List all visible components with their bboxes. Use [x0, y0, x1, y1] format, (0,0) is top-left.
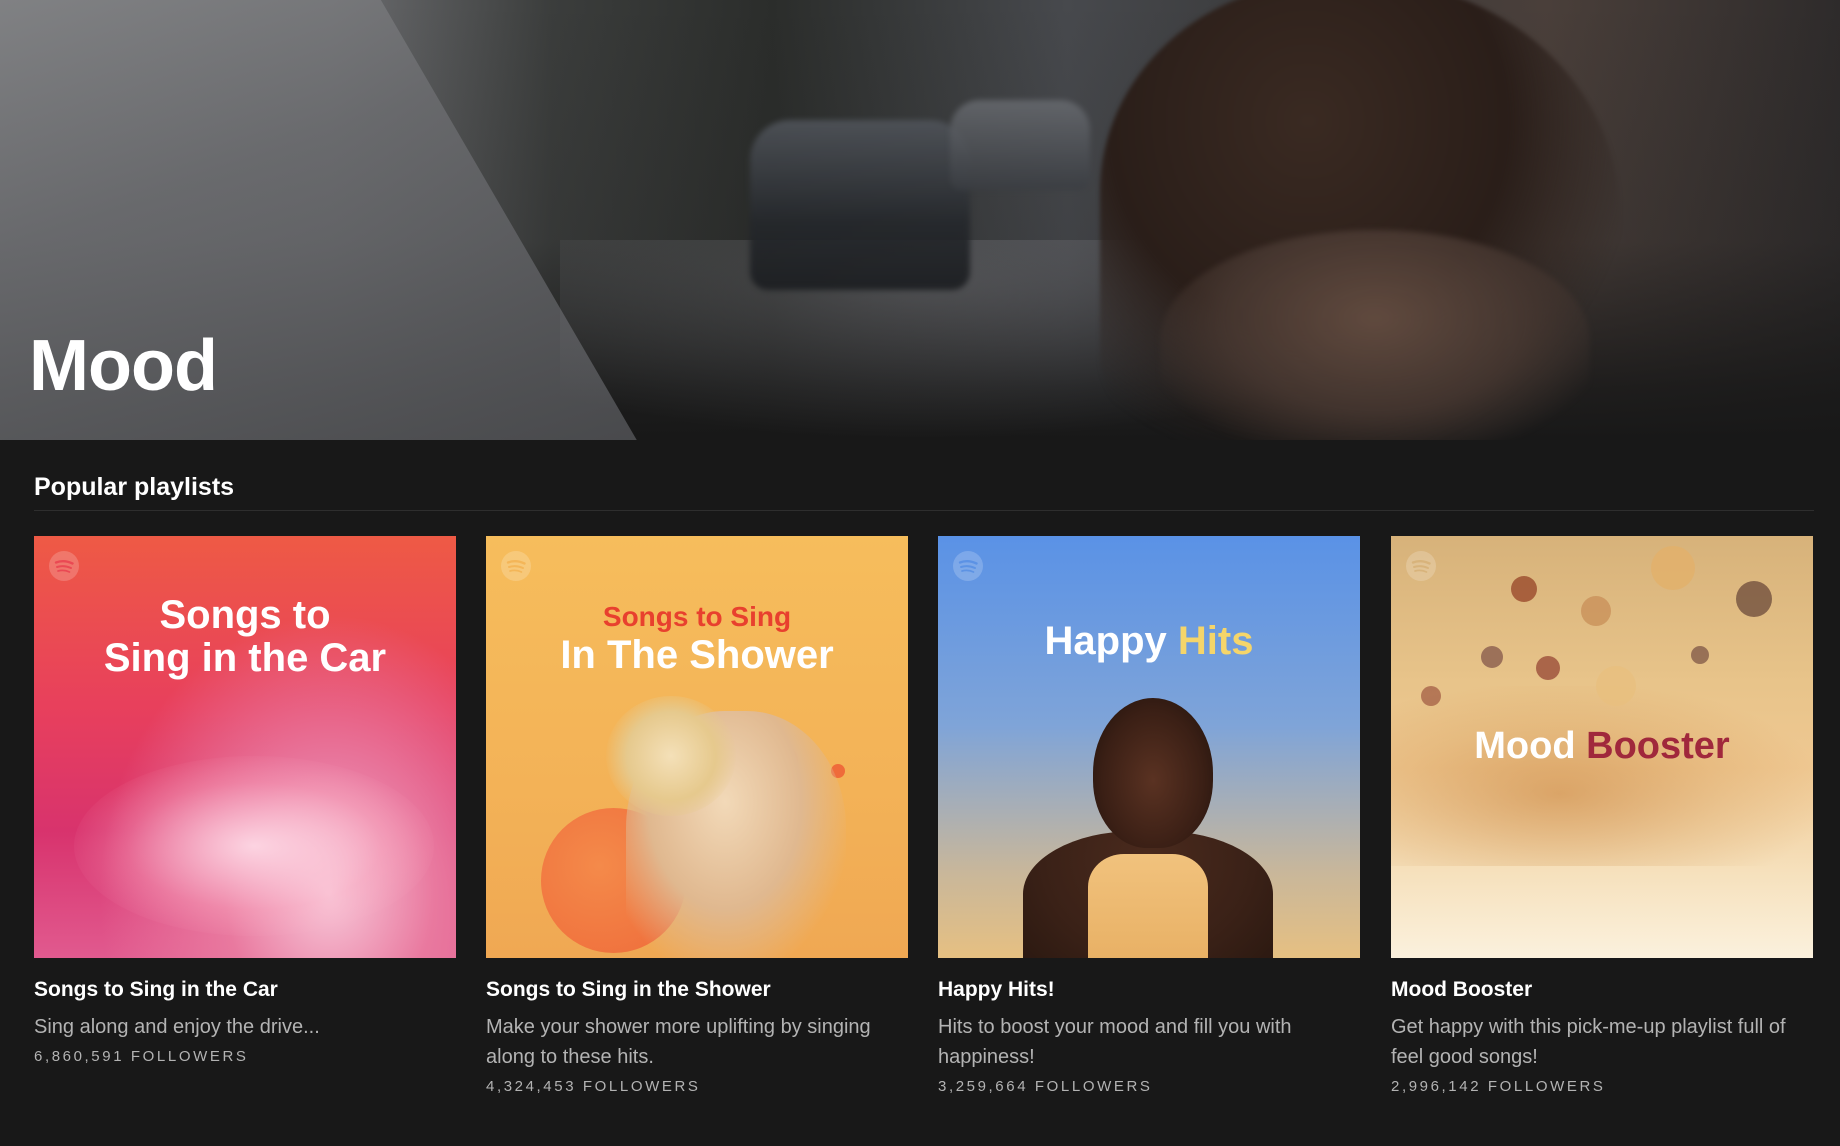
- hero-banner: [0, 0, 1840, 440]
- cover-title: Songs to Sing in the Car: [103, 593, 387, 681]
- cover-bubble-shape: [1421, 686, 1441, 706]
- playlist-description: Make your shower more uplifting by singi…: [486, 1016, 871, 1068]
- cover-title: Happy Hits: [1044, 619, 1254, 663]
- section-title: Popular playlists: [34, 473, 235, 501]
- spotify-logo-icon: [501, 551, 531, 581]
- playlist-followers: 4,324,453 FOLLOWERS: [486, 1078, 701, 1095]
- cover-bubble-shape: [1511, 576, 1537, 602]
- cover-bubble-shape: [1581, 596, 1611, 626]
- playlist-card-songs-to-sing-in-the-shower[interactable]: Songs to Sing In The Shower Songs to Sin…: [486, 536, 908, 1095]
- page-title: Mood: [29, 326, 218, 406]
- playlist-cover[interactable]: Happy Hits: [938, 536, 1360, 958]
- cover-bubble-shape: [1691, 646, 1709, 664]
- playlist-card-mood-booster[interactable]: Mood Booster Mood Booster Get happy with…: [1391, 536, 1813, 1095]
- cover-title-line2: In The Shower: [560, 633, 834, 677]
- playlist-description: Sing along and enjoy the drive...: [34, 1016, 320, 1038]
- playlist-description: Hits to boost your mood and fill you wit…: [938, 1016, 1292, 1068]
- spotify-logo-icon: [49, 551, 79, 581]
- playlist-description: Get happy with this pick-me-up playlist …: [1391, 1016, 1786, 1068]
- cover-hair-shape: [606, 696, 736, 816]
- cover-bubble-shape: [1596, 666, 1636, 706]
- playlist-card-happy-hits[interactable]: Happy Hits Happy Hits! Hits to boost you…: [938, 536, 1360, 1095]
- cover-bubble-shape: [1481, 646, 1503, 668]
- playlist-title[interactable]: Happy Hits!: [938, 978, 1360, 1002]
- cover-clothing-shape: [1088, 854, 1208, 958]
- cover-bubble-shape: [1736, 581, 1772, 617]
- cover-palm-shape: [1391, 686, 1813, 866]
- playlist-cover[interactable]: Songs to Sing In The Shower: [486, 536, 908, 958]
- cover-title-line1: Songs to Sing: [602, 601, 792, 632]
- cover-bubble-shape: [1651, 546, 1695, 590]
- cover-glow-shape: [74, 756, 434, 936]
- cover-title: Mood Booster: [1474, 725, 1730, 767]
- spotify-logo-icon: [953, 551, 983, 581]
- hero-car-shape: [950, 100, 1090, 190]
- playlist-title[interactable]: Songs to Sing in the Car: [34, 978, 456, 1002]
- cover-head-shape: [1093, 698, 1213, 848]
- playlist-title[interactable]: Mood Booster: [1391, 978, 1813, 1002]
- playlist-cover[interactable]: Mood Booster: [1391, 536, 1813, 958]
- playlist-followers: 2,996,142 FOLLOWERS: [1391, 1078, 1606, 1095]
- playlist-card-songs-to-sing-in-the-car[interactable]: Songs to Sing in the Car Songs to Sing i…: [34, 536, 456, 1065]
- hero-person-body-shape: [1160, 230, 1590, 440]
- playlist-followers: 3,259,664 FOLLOWERS: [938, 1078, 1153, 1095]
- section-divider: [34, 510, 1814, 511]
- playlist-title[interactable]: Songs to Sing in the Shower: [486, 978, 908, 1002]
- hero-car-shape: [750, 120, 970, 290]
- spotify-logo-icon: [1406, 551, 1436, 581]
- playlist-followers: 6,860,591 FOLLOWERS: [34, 1048, 249, 1065]
- cover-bubble-shape: [1536, 656, 1560, 680]
- playlist-cover[interactable]: Songs to Sing in the Car: [34, 536, 456, 958]
